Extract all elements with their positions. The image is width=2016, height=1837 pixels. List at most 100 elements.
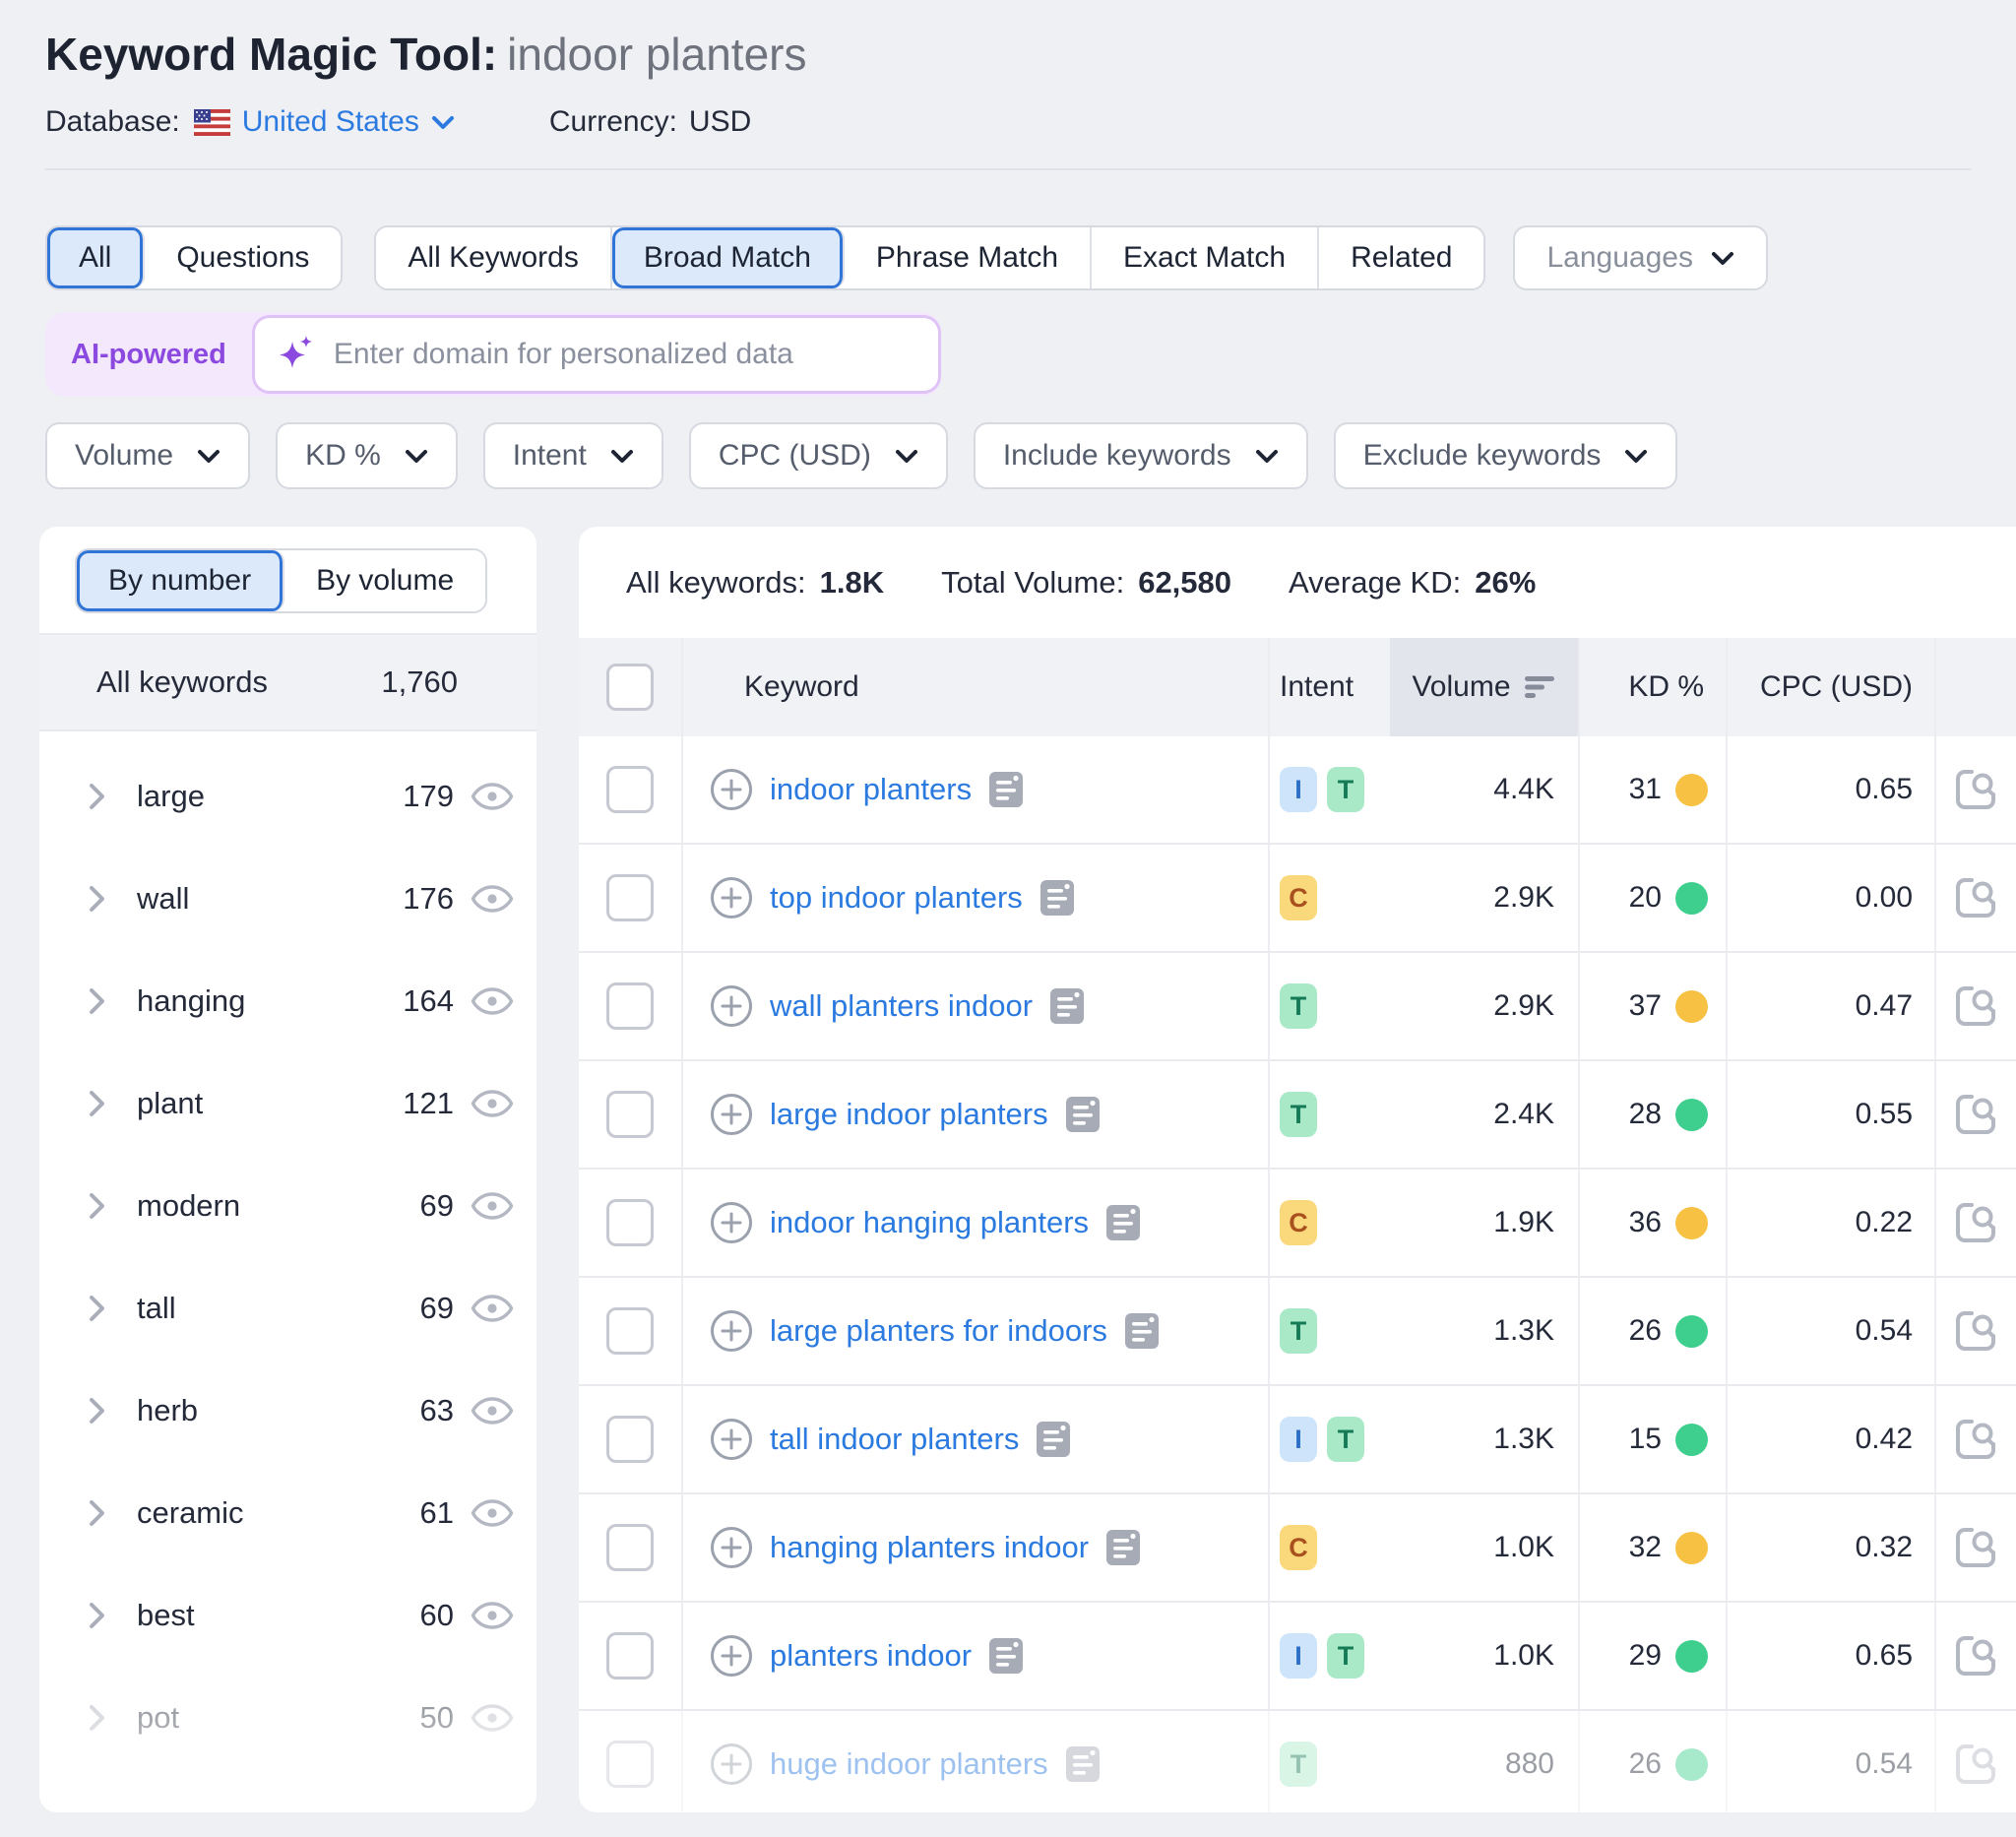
row-checkbox[interactable] bbox=[606, 1091, 654, 1139]
filter-cpc-usd[interactable]: CPC (USD) bbox=[688, 422, 948, 490]
plus-circle-icon[interactable] bbox=[709, 1525, 754, 1570]
row-checkbox[interactable] bbox=[606, 1307, 654, 1356]
sidebar-group-item-plant[interactable]: plant 121 bbox=[39, 1052, 536, 1155]
plus-circle-icon[interactable] bbox=[709, 875, 754, 920]
serp-features-icon[interactable] bbox=[1104, 1527, 1142, 1568]
row-checkbox[interactable] bbox=[606, 1741, 654, 1789]
keyword-link[interactable]: large planters for indoors bbox=[770, 1313, 1107, 1349]
sidebar-group-item-herb[interactable]: herb 63 bbox=[39, 1360, 536, 1462]
plus-circle-icon[interactable] bbox=[709, 1200, 754, 1245]
eye-icon[interactable] bbox=[470, 782, 515, 811]
intent-cell: T bbox=[1270, 1061, 1390, 1168]
tab-broad-match[interactable]: Broad Match bbox=[611, 227, 845, 289]
plus-circle-icon[interactable] bbox=[709, 983, 754, 1029]
keyword-link[interactable]: indoor hanging planters bbox=[770, 1205, 1089, 1240]
eye-icon[interactable] bbox=[470, 1498, 515, 1528]
serp-features-icon[interactable] bbox=[1039, 877, 1076, 918]
row-checkbox[interactable] bbox=[606, 1524, 654, 1572]
eye-icon[interactable] bbox=[470, 1191, 515, 1221]
eye-icon[interactable] bbox=[470, 986, 515, 1016]
serp-magnifier-icon[interactable] bbox=[1954, 1200, 1999, 1245]
serp-features-icon[interactable] bbox=[1104, 1202, 1142, 1243]
tab-related[interactable]: Related bbox=[1319, 227, 1484, 289]
serp-magnifier-icon[interactable] bbox=[1954, 767, 1999, 812]
tab-all-keywords[interactable]: All Keywords bbox=[376, 227, 612, 289]
keyword-link[interactable]: hanging planters indoor bbox=[770, 1530, 1089, 1565]
tab-phrase-match[interactable]: Phrase Match bbox=[844, 227, 1093, 289]
serp-features-icon[interactable] bbox=[1048, 985, 1086, 1027]
serp-features-icon[interactable] bbox=[1064, 1094, 1102, 1135]
serp-features-icon[interactable] bbox=[987, 1635, 1025, 1677]
serp-magnifier-icon[interactable] bbox=[1954, 1633, 1999, 1679]
serp-features-icon[interactable] bbox=[987, 769, 1025, 810]
sidebar-group-item-hanging[interactable]: hanging 164 bbox=[39, 950, 536, 1052]
column-header-keyword[interactable]: Keyword bbox=[744, 670, 859, 704]
tab-questions[interactable]: Questions bbox=[145, 227, 342, 289]
languages-dropdown[interactable]: Languages bbox=[1513, 225, 1768, 291]
filter-intent[interactable]: Intent bbox=[482, 422, 663, 490]
database-value: United States bbox=[241, 105, 419, 139]
plus-circle-icon[interactable] bbox=[709, 1417, 754, 1462]
column-header-cpc[interactable]: CPC (USD) bbox=[1760, 670, 1913, 704]
serp-features-icon[interactable] bbox=[1123, 1310, 1161, 1352]
eye-icon[interactable] bbox=[470, 884, 515, 914]
sidebar-group-item-ceramic[interactable]: ceramic 61 bbox=[39, 1462, 536, 1564]
column-header-kd[interactable]: KD % bbox=[1628, 670, 1704, 704]
sidebar-all-keywords-row[interactable]: All keywords 1,760 bbox=[39, 633, 536, 732]
filter-exclude-keywords[interactable]: Exclude keywords bbox=[1333, 422, 1678, 490]
group-label: tall bbox=[137, 1291, 176, 1326]
sidebar-group-item-tall[interactable]: tall 69 bbox=[39, 1257, 536, 1360]
sidebar-group-item-best[interactable]: best 60 bbox=[39, 1564, 536, 1667]
domain-input[interactable] bbox=[331, 337, 916, 373]
eye-icon[interactable] bbox=[470, 1089, 515, 1118]
keyword-link[interactable]: tall indoor planters bbox=[770, 1422, 1019, 1457]
serp-magnifier-icon[interactable] bbox=[1954, 1525, 1999, 1570]
plus-circle-icon[interactable] bbox=[709, 1308, 754, 1354]
plus-circle-icon[interactable] bbox=[709, 1092, 754, 1137]
database-selector[interactable]: United States bbox=[242, 105, 455, 139]
sidebar-group-item-modern[interactable]: modern 69 bbox=[39, 1155, 536, 1257]
keyword-link[interactable]: indoor planters bbox=[770, 772, 972, 807]
filter-volume[interactable]: Volume bbox=[45, 422, 251, 490]
table-row: planters indoor IT 1.0K 29 0.65 bbox=[579, 1603, 2016, 1712]
chevron-right-icon bbox=[89, 1704, 105, 1732]
sidebar-group-item-wall[interactable]: wall 176 bbox=[39, 848, 536, 950]
column-header-volume[interactable]: Volume bbox=[1412, 670, 1510, 704]
eye-icon[interactable] bbox=[470, 1396, 515, 1425]
keyword-link[interactable]: huge indoor planters bbox=[770, 1746, 1048, 1782]
serp-magnifier-icon[interactable] bbox=[1954, 1092, 1999, 1137]
keyword-link[interactable]: wall planters indoor bbox=[770, 988, 1033, 1024]
serp-magnifier-icon[interactable] bbox=[1954, 1742, 1999, 1787]
keyword-link[interactable]: top indoor planters bbox=[770, 880, 1023, 916]
serp-magnifier-icon[interactable] bbox=[1954, 875, 1999, 920]
toggle-by-number[interactable]: By number bbox=[77, 550, 285, 612]
filter-kd[interactable]: KD % bbox=[276, 422, 458, 490]
select-all-checkbox[interactable] bbox=[606, 664, 654, 712]
keyword-link[interactable]: large indoor planters bbox=[770, 1097, 1048, 1132]
eye-icon[interactable] bbox=[470, 1703, 515, 1733]
plus-circle-icon[interactable] bbox=[709, 1742, 754, 1787]
row-checkbox[interactable] bbox=[606, 1199, 654, 1247]
serp-features-icon[interactable] bbox=[1035, 1419, 1072, 1460]
row-checkbox[interactable] bbox=[606, 1632, 654, 1680]
serp-magnifier-icon[interactable] bbox=[1954, 1417, 1999, 1462]
plus-circle-icon[interactable] bbox=[709, 767, 754, 812]
column-header-intent[interactable]: Intent bbox=[1280, 670, 1354, 704]
serp-features-icon[interactable] bbox=[1064, 1743, 1102, 1785]
sidebar-group-item-pot[interactable]: pot 50 bbox=[39, 1667, 536, 1769]
filter-include-keywords[interactable]: Include keywords bbox=[973, 422, 1308, 490]
keyword-link[interactable]: planters indoor bbox=[770, 1638, 972, 1674]
row-checkbox[interactable] bbox=[606, 766, 654, 814]
row-checkbox[interactable] bbox=[606, 874, 654, 922]
serp-magnifier-icon[interactable] bbox=[1954, 1308, 1999, 1354]
eye-icon[interactable] bbox=[470, 1601, 515, 1630]
tab-exact-match[interactable]: Exact Match bbox=[1092, 227, 1320, 289]
toggle-by-volume[interactable]: By volume bbox=[284, 550, 486, 612]
row-checkbox[interactable] bbox=[606, 1416, 654, 1464]
tab-all[interactable]: All bbox=[47, 227, 146, 289]
eye-icon[interactable] bbox=[470, 1294, 515, 1323]
plus-circle-icon[interactable] bbox=[709, 1633, 754, 1679]
serp-magnifier-icon[interactable] bbox=[1954, 983, 1999, 1029]
sidebar-group-item-large[interactable]: large 179 bbox=[39, 745, 536, 848]
row-checkbox[interactable] bbox=[606, 982, 654, 1031]
